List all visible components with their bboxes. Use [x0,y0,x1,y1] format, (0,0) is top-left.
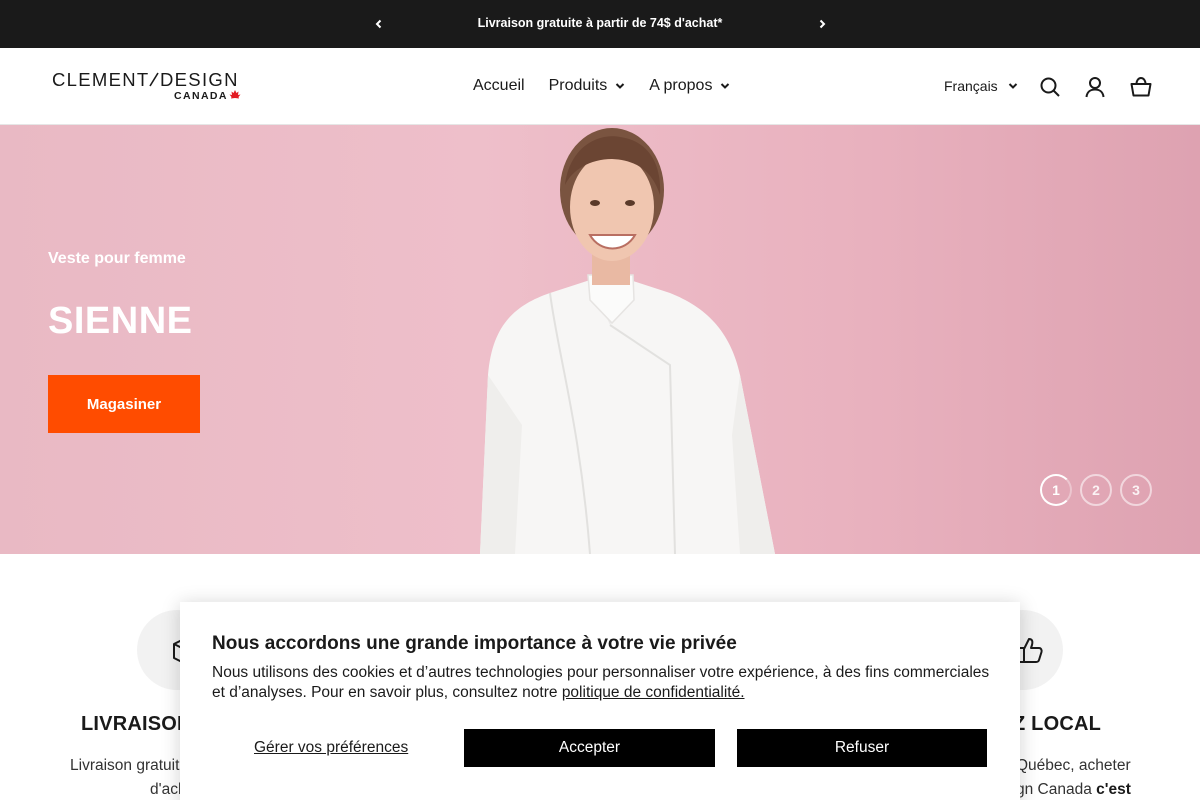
shopping-basket-icon [1130,76,1152,97]
nav-item-accueil[interactable]: Accueil [473,77,525,95]
main-navigation: Accueil Produits A propos [473,77,730,95]
chevron-down-icon [1008,83,1017,89]
cookie-title: Nous accordons une grande importance à v… [212,633,737,654]
chevron-right-icon [819,19,826,29]
refuse-cookies-button[interactable]: Refuser [737,729,987,767]
chevron-down-icon [616,83,625,89]
feature-text-line: Québec, acheter [1016,757,1131,774]
feature-text-segment: gn Canada [1016,781,1092,798]
feature-title-delivery: LIVRAISON [81,713,192,735]
announcement-bar: Livraison gratuite à partir de 74$ d'ach… [0,0,1200,48]
slide-dot-2[interactable]: 2 [1080,474,1112,506]
hero-eyebrow: Veste pour femme [48,250,186,267]
accept-cookies-button[interactable]: Accepter [464,729,715,767]
privacy-policy-link[interactable]: politique de confidentialité. [562,684,745,701]
search-icon [1040,77,1060,97]
manage-preferences-link[interactable]: Gérer vos préférences [254,739,408,757]
feature-text-line: gn Canada c'est [1016,778,1200,800]
slide-dot-1[interactable]: 1 [1040,474,1072,506]
cookie-consent-banner: Nous accordons une grande importance à v… [180,602,1020,800]
feature-title-local: Z LOCAL [1013,713,1102,735]
cookie-body: Nous utilisons des cookies et d’autres t… [212,663,992,703]
language-selector[interactable]: Français [944,78,1018,94]
feature-text-bold: c'est [1096,781,1131,798]
hero-slideshow: Veste pour femme SIENNE Magasiner 1 2 3 [0,125,1200,554]
slideshow-pagination: 1 2 3 [1040,474,1152,506]
feature-text-local: Québec, acheter gn Canada c'est [1016,754,1200,800]
shop-now-button[interactable]: Magasiner [48,375,200,433]
next-announcement-button[interactable] [810,12,834,36]
hero-title: SIENNE [48,300,193,342]
nav-item-produits[interactable]: Produits [549,77,626,95]
svg-text:CLEMENT: CLEMENT [52,70,150,90]
svg-text:DESIGN: DESIGN [160,70,239,90]
clement-design-logo: CLEMENT DESIGN CANADA [52,69,241,102]
hero-image-chef-jacket [480,128,775,554]
site-header: CLEMENT DESIGN CANADA Accueil Produits A… [0,48,1200,125]
user-icon [1085,77,1105,98]
language-label: Français [944,78,998,94]
account-button[interactable] [1084,76,1106,98]
search-button[interactable] [1039,76,1061,98]
cart-button[interactable] [1130,76,1152,98]
nav-item-label: A propos [649,77,713,94]
nav-item-label: Accueil [473,77,525,94]
chevron-down-icon [721,83,730,89]
nav-item-a-propos[interactable]: A propos [649,77,730,95]
nav-item-label: Produits [548,77,608,94]
brand-logo[interactable]: CLEMENT DESIGN CANADA [52,69,248,104]
announcement-message: Livraison gratuite à partir de 74$ d'ach… [477,16,723,30]
svg-text:CANADA: CANADA [174,90,228,102]
slide-dot-3[interactable]: 3 [1120,474,1152,506]
